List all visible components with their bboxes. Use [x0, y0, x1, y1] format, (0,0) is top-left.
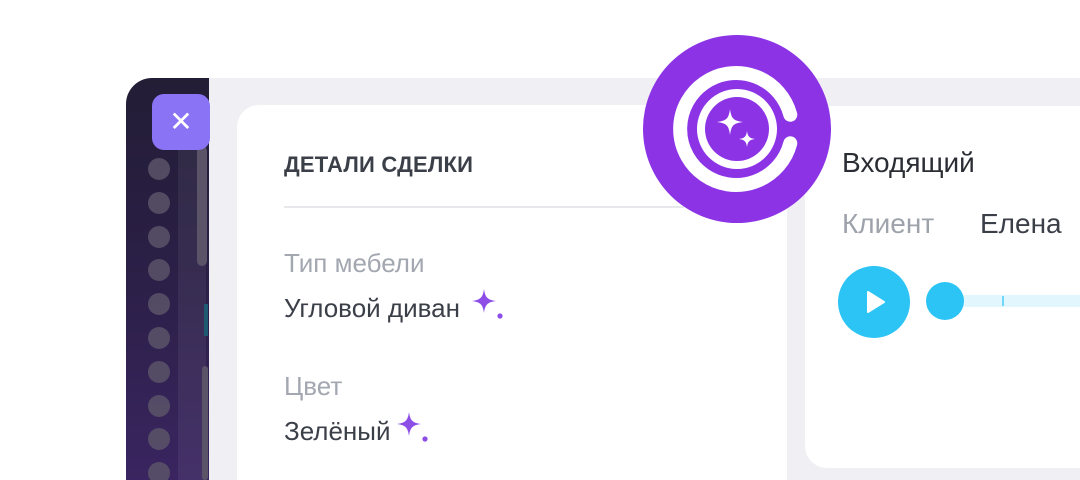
client-name: Елена — [980, 208, 1062, 239]
sidebar-scrollbar[interactable] — [197, 146, 207, 266]
sidebar-item[interactable] — [148, 394, 170, 417]
sidebar-nav — [148, 158, 174, 480]
sidebar-item[interactable] — [148, 462, 170, 480]
field-value-furniture-type[interactable]: Угловой диван — [284, 285, 508, 332]
close-icon: ✕ — [169, 106, 193, 137]
sidebar-item[interactable] — [148, 225, 170, 248]
audio-progress-handle[interactable] — [926, 282, 964, 320]
play-button[interactable] — [838, 266, 910, 338]
sidebar-scrollbar-lower[interactable] — [202, 366, 208, 480]
sparkle-icon — [393, 408, 433, 455]
ai-logo-icon — [673, 66, 798, 192]
sidebar-item[interactable] — [148, 293, 170, 316]
sidebar-item[interactable] — [148, 259, 170, 282]
ai-logo-badge — [643, 35, 831, 223]
sidebar-item[interactable] — [148, 191, 170, 214]
field-label-furniture-type: Тип мебели — [284, 248, 425, 278]
sidebar-item[interactable] — [148, 158, 170, 180]
audio-progress-track[interactable] — [952, 295, 1080, 307]
sidebar-item[interactable] — [148, 360, 170, 383]
sidebar-indicator — [204, 304, 208, 336]
divider — [284, 206, 684, 208]
field-value-text: Зелёный — [284, 416, 391, 446]
sidebar-item[interactable] — [148, 428, 170, 451]
play-icon — [867, 291, 885, 313]
deal-details-title: ДЕТАЛИ СДЕЛКИ — [284, 152, 474, 177]
close-button[interactable]: ✕ — [152, 94, 210, 150]
call-title: Входящий — [842, 147, 975, 178]
client-label: Клиент — [842, 208, 935, 239]
field-value-color[interactable]: Зелёный — [284, 408, 433, 455]
audio-progress-marker — [1002, 296, 1004, 306]
sidebar-item[interactable] — [148, 326, 170, 349]
field-label-color: Цвет — [284, 371, 343, 401]
field-value-text: Угловой диван — [284, 293, 460, 323]
sparkle-icon — [468, 285, 508, 332]
